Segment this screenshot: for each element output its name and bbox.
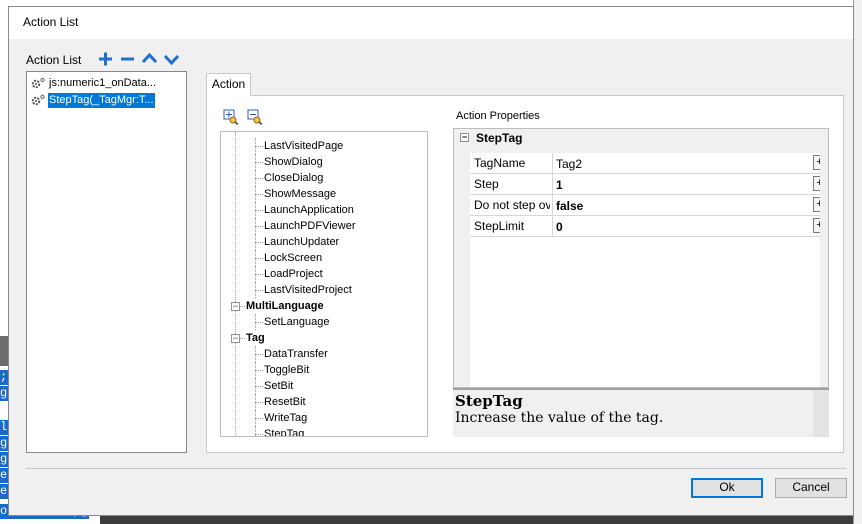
list-item-label: js:numeric1_onData...: [49, 77, 156, 89]
property-row-do-not-step-over[interactable]: Do not step over false +: [470, 195, 828, 216]
tree-item[interactable]: LastVisitedPage: [264, 138, 343, 154]
tree-item[interactable]: LaunchUpdater: [264, 234, 339, 250]
tree-item[interactable]: WriteTag: [264, 410, 307, 426]
property-divider: [552, 216, 553, 236]
property-grid-scrollbar[interactable]: [820, 147, 828, 387]
cancel-button[interactable]: Cancel: [775, 478, 847, 498]
tree-guide-line: [255, 354, 263, 355]
property-grid-empty-area: [470, 237, 828, 387]
tree-item[interactable]: ToggleBit: [264, 362, 309, 378]
property-value-input[interactable]: Tag2: [556, 157, 582, 171]
tree-expander-icon[interactable]: −: [231, 334, 240, 343]
property-divider: [552, 195, 553, 215]
gear-icon: [31, 77, 45, 89]
dialog-titlebar[interactable]: Action List: [9, 7, 853, 39]
property-row-step[interactable]: Step 1 +: [470, 174, 828, 195]
property-group-header[interactable]: − StepTag: [454, 129, 828, 147]
tab-action[interactable]: Action: [206, 73, 251, 96]
tree-item[interactable]: LaunchPDFViewer: [264, 218, 356, 234]
tree-guide-line: [255, 322, 263, 323]
tree-guide-line: [235, 132, 236, 436]
tree-guide-line: [255, 274, 263, 275]
action-tree[interactable]: LastVisitedPage ShowDialog CloseDialog Show…: [220, 131, 428, 437]
property-value-input[interactable]: 1: [556, 178, 563, 192]
tree-guide-line: [255, 418, 263, 419]
property-divider: [552, 174, 553, 194]
property-row-tagname[interactable]: TagName Tag2 +: [470, 153, 828, 174]
tree-item[interactable]: LaunchApplication: [264, 202, 354, 218]
tree-item[interactable]: LockScreen: [264, 250, 322, 266]
tree-item[interactable]: DataTransfer: [264, 346, 328, 362]
property-grid: − StepTag TagName Tag2 + Step 1 + Do not…: [453, 128, 829, 388]
move-down-icon[interactable]: [163, 50, 181, 68]
tree-guide-line: [255, 242, 263, 243]
tree-expander-icon[interactable]: −: [231, 302, 240, 311]
property-help-panel: StepTag Increase the value of the tag.: [453, 388, 829, 437]
remove-icon[interactable]: [119, 50, 137, 68]
tree-item[interactable]: LoadProject: [264, 266, 323, 282]
tree-category[interactable]: Tag: [246, 330, 265, 346]
property-divider: [552, 153, 553, 173]
property-row-steplimit[interactable]: StepLimit 0 +: [470, 216, 828, 237]
help-scrollbar[interactable]: [813, 390, 829, 437]
background-scrollbar: [853, 0, 862, 524]
tree-item[interactable]: ShowMessage: [264, 186, 336, 202]
tree-guide-line: [240, 338, 245, 339]
tree-guide-line: [255, 370, 263, 371]
property-value-input[interactable]: 0: [556, 220, 563, 234]
collapse-icon[interactable]: −: [460, 133, 469, 142]
property-name: Step: [474, 177, 499, 191]
action-list-label: Action List: [26, 53, 82, 67]
property-name: StepLimit: [474, 219, 525, 233]
dialog-title: Action List: [23, 15, 79, 29]
tree-guide-line: [255, 434, 263, 435]
tree-guide-line: [255, 386, 263, 387]
property-group-title: StepTag: [476, 131, 523, 145]
footer-divider: [26, 468, 846, 469]
property-name: Do not step over: [474, 198, 550, 212]
tree-guide-line: [255, 402, 263, 403]
tree-guide-line: [255, 226, 263, 227]
property-name: TagName: [474, 156, 526, 170]
tree-item[interactable]: LastVisitedProject: [264, 282, 352, 298]
move-up-icon[interactable]: [141, 50, 159, 68]
tree-guide-line: [255, 162, 263, 163]
tree-guide-line: [255, 290, 263, 291]
expand-all-icon[interactable]: [223, 109, 241, 126]
tree-item[interactable]: SetLanguage: [264, 314, 329, 330]
list-item-label: StepTag(_TagMgr:T...: [48, 93, 155, 108]
tree-guide-line: [255, 194, 263, 195]
tree-guide-line: [255, 426, 256, 436]
tree-guide-line: [240, 306, 245, 307]
tree-guide-line: [255, 258, 263, 259]
action-list[interactable]: js:numeric1_onData... StepTag(_TagMgr:T.…: [26, 71, 187, 453]
tree-guide-line: [255, 178, 263, 179]
tree-item[interactable]: CloseDialog: [264, 170, 323, 186]
action-properties-label: Action Properties: [456, 110, 540, 122]
ok-button[interactable]: Ok: [691, 478, 763, 498]
tree-guide-line: [255, 146, 263, 147]
tree-guide-line: [255, 210, 263, 211]
add-icon[interactable]: [97, 50, 115, 68]
help-title: StepTag: [455, 392, 523, 410]
tree-category[interactable]: MultiLanguage: [246, 298, 324, 314]
action-list-dialog: Action List Action List js:numeric1_onDa…: [8, 6, 854, 516]
tree-item[interactable]: ShowDialog: [264, 154, 323, 170]
tree-item[interactable]: StepTag: [264, 426, 304, 436]
tree-item[interactable]: SetBit: [264, 378, 293, 394]
gear-icon: [31, 94, 45, 106]
tree-item[interactable]: ResetBit: [264, 394, 306, 410]
help-description: Increase the value of the tag.: [455, 410, 664, 426]
collapse-all-icon[interactable]: [247, 109, 265, 126]
property-value-input[interactable]: false: [556, 199, 583, 213]
